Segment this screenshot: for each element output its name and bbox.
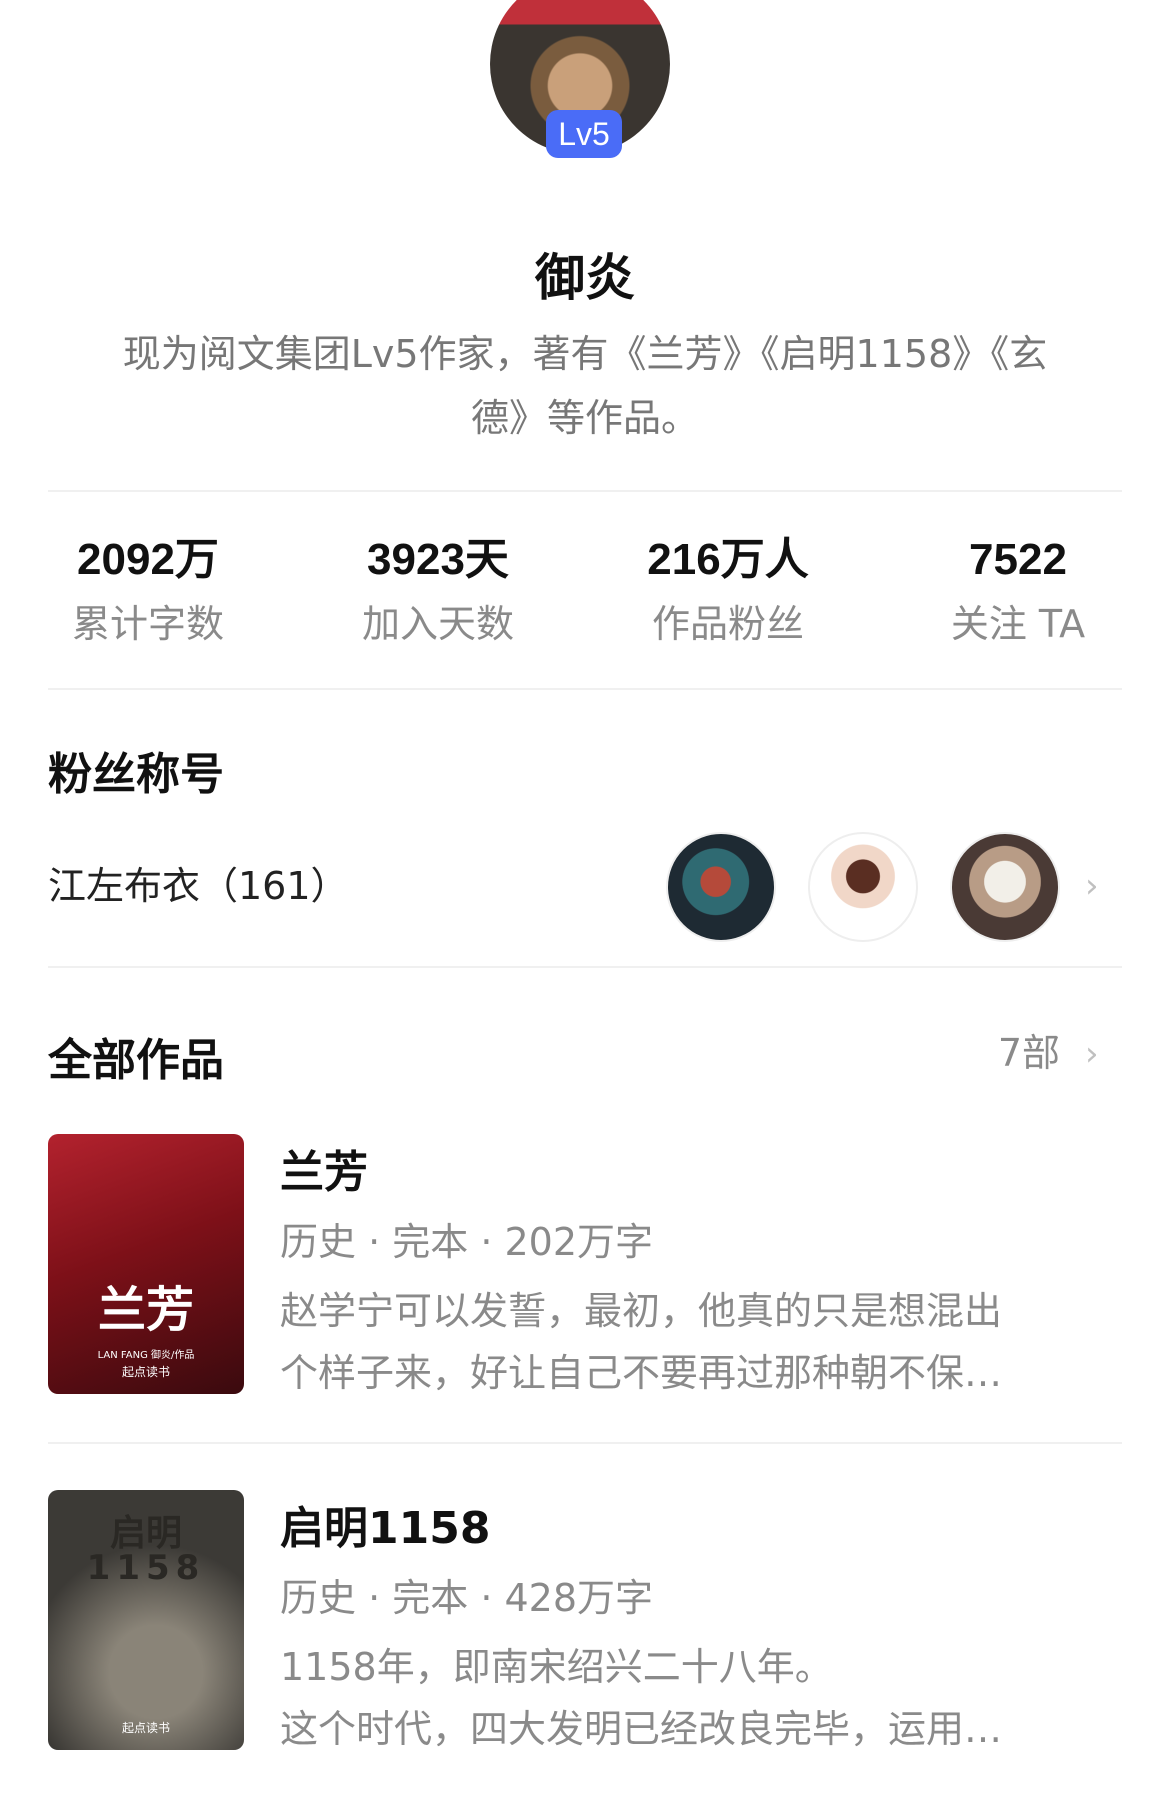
description-line: 这个时代，四大发明已经改良完毕，运用…	[280, 1707, 1003, 1751]
stat-fans[interactable]: 216万人 作品粉丝	[578, 532, 878, 650]
stats-row: 2092万 累计字数 3923天 加入天数 216万人 作品粉丝 7522 关注…	[0, 532, 1170, 672]
stat-value: 7522	[969, 535, 1067, 584]
divider	[48, 490, 1122, 492]
stat-label: 累计字数	[71, 602, 224, 646]
divider	[48, 966, 1122, 968]
fan-title-name: 江左布衣（161）	[48, 864, 349, 908]
book-item[interactable]: 启明 1158 起点读书 启明1158 历史 · 完本 · 428万字 1158…	[48, 1490, 1122, 1751]
divider	[48, 688, 1122, 690]
book-title: 兰芳	[280, 1147, 368, 1198]
fan-title-heading: 粉丝称号	[48, 749, 224, 800]
author-avatar[interactable]: Lv5	[490, 0, 670, 158]
book-description: 赵学宁可以发誓，最初，他真的只是想混出 个样子来，好让自己不要再过那种朝不保…	[280, 1280, 1120, 1404]
stat-following[interactable]: 7522 关注 TA	[868, 532, 1168, 650]
stat-value: 216万人	[647, 535, 809, 584]
description-line: 1158年，即南宋绍兴二十八年。	[280, 1645, 833, 1689]
stat-label: 关注 TA	[950, 602, 1086, 646]
author-bio: 现为阅文集团Lv5作家，著有《兰芳》《启明1158》《玄 德》等作品。	[60, 322, 1110, 450]
cover-publisher: 起点读书	[121, 1365, 170, 1379]
chevron-right-icon: ›	[1085, 866, 1099, 906]
book-item[interactable]: 兰芳 LAN FANG 御炎/作品 起点读书 兰芳 历史 · 完本 · 202万…	[48, 1134, 1122, 1395]
stat-label: 作品粉丝	[651, 602, 804, 646]
stat-value: 3923天	[367, 535, 509, 584]
level-badge: Lv5	[546, 110, 622, 158]
description-line: 个样子来，好让自己不要再过那种朝不保…	[280, 1351, 1003, 1395]
book-cover: 启明 1158 起点读书	[48, 1490, 244, 1750]
stat-total-words[interactable]: 2092万 累计字数	[0, 532, 298, 650]
stat-label: 加入天数	[361, 602, 514, 646]
author-name: 御炎	[535, 249, 635, 307]
chevron-right-icon: ›	[1085, 1034, 1099, 1074]
cover-subtitle: 1158	[86, 1548, 206, 1588]
cover-publisher: 起点读书	[121, 1721, 170, 1735]
divider	[48, 1442, 1122, 1444]
cover-subtitle: LAN FANG 御炎/作品	[97, 1350, 195, 1361]
bio-line-1: 现为阅文集团Lv5作家，著有《兰芳》《启明1158》《玄	[122, 332, 1048, 376]
stat-days-joined[interactable]: 3923天 加入天数	[288, 532, 588, 650]
book-meta: 历史 · 完本 · 202万字	[280, 1220, 654, 1264]
bio-line-2: 德》等作品。	[470, 396, 699, 440]
works-count: 7部	[997, 1031, 1060, 1075]
fan-avatar-1	[666, 832, 776, 942]
book-title: 启明1158	[280, 1503, 491, 1554]
fan-avatar-3	[950, 832, 1060, 942]
description-line: 赵学宁可以发誓，最初，他真的只是想混出	[280, 1289, 1003, 1333]
book-cover: 兰芳 LAN FANG 御炎/作品 起点读书	[48, 1134, 244, 1394]
book-description: 1158年，即南宋绍兴二十八年。 这个时代，四大发明已经改良完毕，运用…	[280, 1636, 1120, 1760]
stat-value: 2092万	[77, 535, 219, 584]
fan-avatar-2	[808, 832, 918, 942]
cover-title: 兰芳	[97, 1282, 194, 1338]
book-meta: 历史 · 完本 · 428万字	[280, 1576, 654, 1620]
works-heading: 全部作品	[48, 1035, 224, 1086]
